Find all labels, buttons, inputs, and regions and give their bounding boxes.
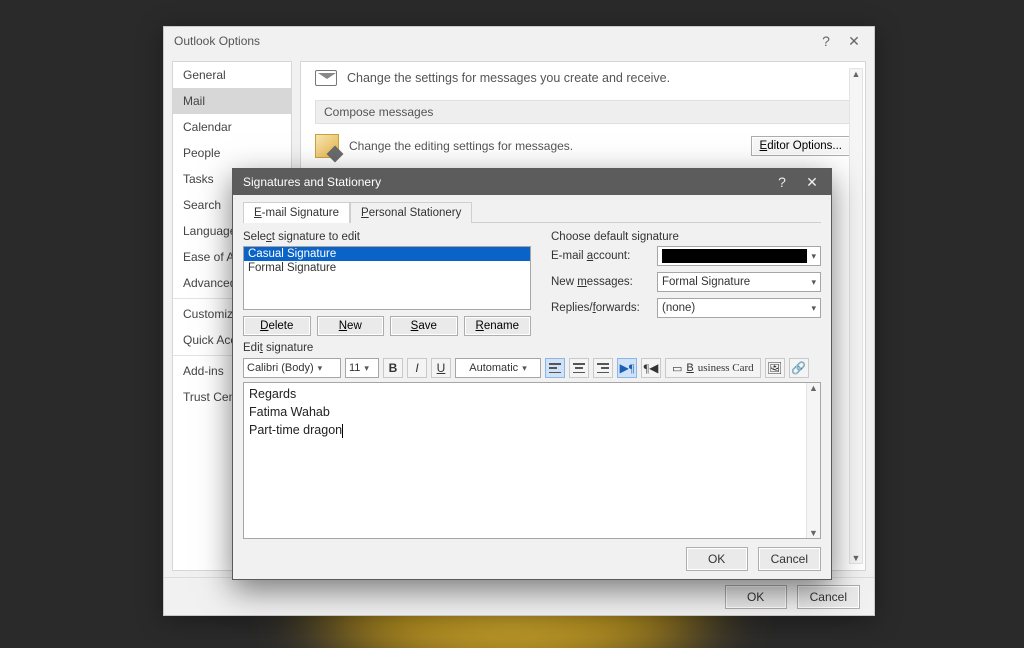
select-signature-label: Select signature to edit bbox=[243, 231, 531, 243]
redacted-email bbox=[662, 249, 807, 263]
signature-editor[interactable]: Regards Fatima Wahab Part-time dragon ▲▼ bbox=[243, 382, 821, 539]
help-icon[interactable]: ? bbox=[812, 30, 840, 52]
insert-hyperlink-button[interactable]: 🔗 bbox=[789, 358, 809, 378]
rtl-button[interactable]: ¶◀ bbox=[641, 358, 661, 378]
email-account-label: E-mail account: bbox=[551, 250, 649, 262]
close-icon[interactable]: ✕ bbox=[797, 171, 827, 193]
align-left-button[interactable] bbox=[545, 358, 565, 378]
signature-editor-text[interactable]: Regards Fatima Wahab Part-time dragon bbox=[244, 383, 806, 538]
envelope-icon bbox=[315, 70, 337, 86]
signature-item-formal[interactable]: Formal Signature bbox=[244, 261, 530, 275]
options-titlebar[interactable]: Outlook Options ? ✕ bbox=[164, 27, 874, 55]
close-icon[interactable]: ✕ bbox=[840, 30, 868, 52]
font-family-combo[interactable]: Calibri (Body)▾ bbox=[243, 358, 341, 378]
new-messages-value: Formal Signature bbox=[662, 276, 750, 288]
signatures-dialog: Signatures and Stationery ? ✕ E-mail Sig… bbox=[232, 168, 832, 580]
signatures-tabs: E-mail Signature Personal Stationery bbox=[243, 201, 821, 223]
editor-scrollbar[interactable]: ▲▼ bbox=[806, 383, 820, 538]
chevron-down-icon: ▾ bbox=[811, 303, 816, 314]
sidebar-item-general[interactable]: General bbox=[173, 62, 291, 88]
ltr-button[interactable]: ▶¶ bbox=[617, 358, 637, 378]
image-icon: 🖼 bbox=[767, 361, 782, 375]
options-cancel-button[interactable]: Cancel bbox=[797, 585, 860, 609]
chevron-down-icon: ▾ bbox=[364, 363, 369, 374]
options-ok-button[interactable]: OK bbox=[725, 585, 787, 609]
bold-button[interactable]: B bbox=[383, 358, 403, 378]
align-center-button[interactable] bbox=[569, 358, 589, 378]
insert-picture-button[interactable]: 🖼 bbox=[765, 358, 785, 378]
new-button[interactable]: New bbox=[317, 316, 385, 336]
delete-button[interactable]: Delete bbox=[243, 316, 311, 336]
chevron-down-icon: ▾ bbox=[522, 363, 527, 374]
signature-toolbar: Calibri (Body)▾ 11▾ B I U Automatic▾ ▶¶ … bbox=[243, 358, 821, 378]
text-caret bbox=[342, 424, 343, 438]
signature-item-casual[interactable]: Casual Signature bbox=[244, 247, 530, 261]
replies-forwards-value: (none) bbox=[662, 302, 695, 314]
chevron-down-icon: ▾ bbox=[811, 251, 816, 262]
options-footer: OK Cancel bbox=[164, 577, 874, 615]
align-right-button[interactable] bbox=[593, 358, 613, 378]
font-size-combo[interactable]: 11▾ bbox=[345, 358, 379, 378]
email-account-dropdown[interactable]: ▾ bbox=[657, 246, 821, 266]
replies-forwards-label: Replies/forwards: bbox=[551, 302, 649, 314]
options-title: Outlook Options bbox=[174, 34, 260, 48]
business-card-button[interactable]: ▭Business Card bbox=[665, 358, 761, 378]
tab-personal-stationery[interactable]: Personal Stationery bbox=[350, 202, 472, 223]
underline-button[interactable]: U bbox=[431, 358, 451, 378]
compose-icon bbox=[315, 134, 339, 158]
signatures-ok-button[interactable]: OK bbox=[686, 547, 748, 571]
new-messages-label: New messages: bbox=[551, 276, 649, 288]
chevron-down-icon: ▾ bbox=[811, 277, 816, 288]
save-button[interactable]: Save bbox=[390, 316, 458, 336]
font-color-combo[interactable]: Automatic▾ bbox=[455, 358, 541, 378]
options-scrollbar[interactable]: ▲▼ bbox=[849, 68, 863, 564]
signatures-title: Signatures and Stationery bbox=[243, 175, 381, 189]
default-signature-label: Choose default signature bbox=[551, 231, 821, 243]
help-icon[interactable]: ? bbox=[767, 171, 797, 193]
editor-options-button[interactable]: Editor Options... bbox=[751, 136, 851, 156]
rename-button[interactable]: Rename bbox=[464, 316, 532, 336]
chevron-down-icon: ▾ bbox=[318, 363, 323, 374]
card-icon: ▭ bbox=[672, 362, 682, 375]
sidebar-item-calendar[interactable]: Calendar bbox=[173, 114, 291, 140]
link-icon: 🔗 bbox=[791, 361, 806, 375]
mail-settings-heading: Change the settings for messages you cre… bbox=[347, 71, 670, 85]
sidebar-item-people[interactable]: People bbox=[173, 140, 291, 166]
tab-email-signature[interactable]: E-mail Signature bbox=[243, 202, 350, 223]
compose-description: Change the editing settings for messages… bbox=[349, 139, 573, 153]
signatures-titlebar[interactable]: Signatures and Stationery ? ✕ bbox=[233, 169, 831, 195]
replies-forwards-dropdown[interactable]: (none) ▾ bbox=[657, 298, 821, 318]
compose-section-header: Compose messages bbox=[315, 100, 851, 124]
edit-signature-label: Edit signature bbox=[243, 342, 821, 354]
sidebar-item-mail[interactable]: Mail bbox=[173, 88, 291, 114]
italic-button[interactable]: I bbox=[407, 358, 427, 378]
new-messages-dropdown[interactable]: Formal Signature ▾ bbox=[657, 272, 821, 292]
signatures-cancel-button[interactable]: Cancel bbox=[758, 547, 821, 571]
signature-list[interactable]: Casual Signature Formal Signature bbox=[243, 246, 531, 310]
